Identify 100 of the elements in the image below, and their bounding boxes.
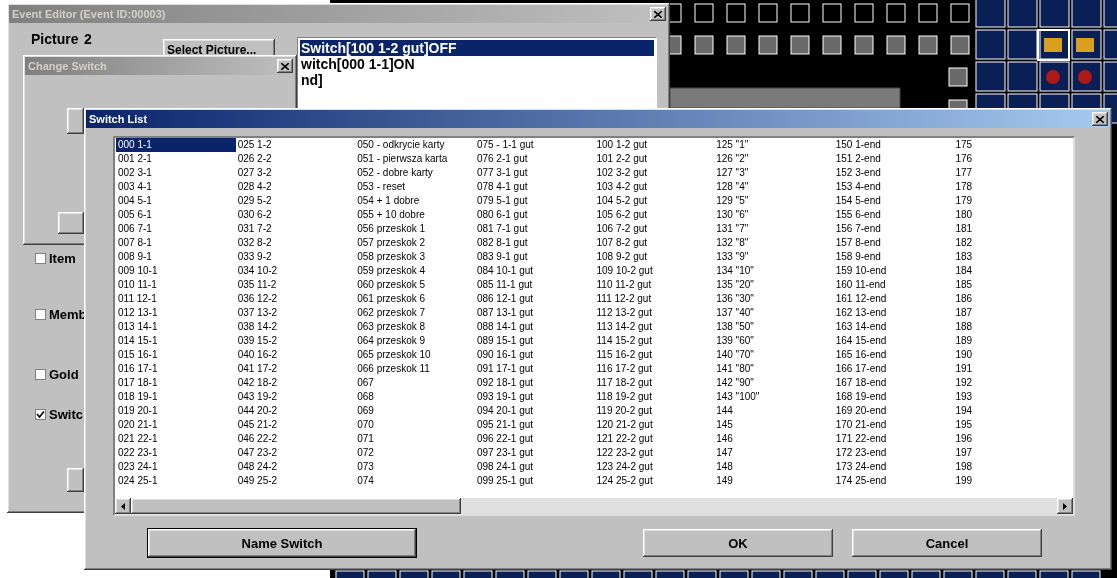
- switch-item[interactable]: 144: [714, 404, 834, 418]
- switch-item[interactable]: 049 25-2: [235, 474, 356, 488]
- switch-item[interactable]: 138 "50": [714, 320, 834, 334]
- switch-item[interactable]: 020 21-1: [116, 418, 236, 432]
- switch-item[interactable]: 163 14-end: [833, 320, 954, 334]
- switch-item[interactable]: 071: [355, 432, 475, 446]
- switch-item[interactable]: 100 1-2 gut: [594, 138, 715, 152]
- switch-item[interactable]: 145: [714, 418, 834, 432]
- switch-item[interactable]: 130 "6": [714, 208, 834, 222]
- switch-item[interactable]: 082 8-1 gut: [474, 236, 595, 250]
- switch-item[interactable]: 167 18-end: [833, 376, 954, 390]
- switch-item[interactable]: 135 "20": [714, 278, 834, 292]
- switch-item[interactable]: 174 25-end: [833, 474, 954, 488]
- switch-item[interactable]: 067: [355, 376, 475, 390]
- switch-item[interactable]: 037 13-2: [235, 306, 356, 320]
- switch-item[interactable]: 140 "70": [714, 348, 834, 362]
- switch-item[interactable]: 179: [953, 194, 1073, 208]
- switch-item[interactable]: 165 16-end: [833, 348, 954, 362]
- switch-item[interactable]: 089 15-1 gut: [474, 334, 595, 348]
- switch-item[interactable]: 147: [714, 446, 834, 460]
- switch-item[interactable]: 030 6-2: [235, 208, 356, 222]
- switch-item[interactable]: 078 4-1 gut: [474, 180, 595, 194]
- switch-item[interactable]: 022 23-1: [116, 446, 236, 460]
- switch-item[interactable]: 111 12-2 gut: [594, 292, 715, 306]
- switch-item[interactable]: 044 20-2: [235, 404, 356, 418]
- switch-item[interactable]: 193: [953, 390, 1073, 404]
- switch-item[interactable]: 122 23-2 gut: [594, 446, 715, 460]
- switch-item[interactable]: 183: [953, 250, 1073, 264]
- switch-item[interactable]: 103 4-2 gut: [594, 180, 715, 194]
- switch-item[interactable]: 168 19-end: [833, 390, 954, 404]
- switch-item[interactable]: 091 17-1 gut: [474, 362, 595, 376]
- switch-item[interactable]: 095 21-1 gut: [474, 418, 595, 432]
- switch-item[interactable]: 036 12-2: [235, 292, 356, 306]
- switch-item[interactable]: 092 18-1 gut: [474, 376, 595, 390]
- switch-item[interactable]: 009 10-1: [116, 264, 236, 278]
- switch-item[interactable]: 027 3-2: [235, 166, 356, 180]
- switch-item[interactable]: 002 3-1: [116, 166, 236, 180]
- switch-item[interactable]: 001 2-1: [116, 152, 236, 166]
- switch-item[interactable]: 046 22-2: [235, 432, 356, 446]
- switch-item[interactable]: 079 5-1 gut: [474, 194, 595, 208]
- switch-item[interactable]: 182: [953, 236, 1073, 250]
- switch-item[interactable]: 197: [953, 446, 1073, 460]
- switch-item[interactable]: 042 18-2: [235, 376, 356, 390]
- switch-item[interactable]: 136 "30": [714, 292, 834, 306]
- switch-item[interactable]: 195: [953, 418, 1073, 432]
- switch-item[interactable]: 128 "4": [714, 180, 834, 194]
- switch-item[interactable]: 157 8-end: [833, 236, 954, 250]
- switch-item[interactable]: 006 7-1: [116, 222, 236, 236]
- switch-item[interactable]: 024 25-1: [116, 474, 236, 488]
- switch-item[interactable]: 159 10-end: [833, 264, 954, 278]
- switch-item[interactable]: 054 + 1 dobre: [355, 194, 475, 208]
- switch-item[interactable]: 043 19-2: [235, 390, 356, 404]
- switch-item[interactable]: 114 15-2 gut: [594, 334, 715, 348]
- switch-item[interactable]: 075 - 1-1 gut: [474, 138, 595, 152]
- switch-item[interactable]: 031 7-2: [235, 222, 356, 236]
- switch-item[interactable]: 088 14-1 gut: [474, 320, 595, 334]
- switch-item[interactable]: 060 przeskok 5: [355, 278, 475, 292]
- switch-item[interactable]: 156 7-end: [833, 222, 954, 236]
- switch-item[interactable]: 098 24-1 gut: [474, 460, 595, 474]
- switch-item[interactable]: 039 15-2: [235, 334, 356, 348]
- switch-item[interactable]: 164 15-end: [833, 334, 954, 348]
- switch-item[interactable]: 149: [714, 474, 834, 488]
- switch-item[interactable]: 170 21-end: [833, 418, 954, 432]
- switch-item[interactable]: 171 22-end: [833, 432, 954, 446]
- switch-item[interactable]: 166 17-end: [833, 362, 954, 376]
- switch-item[interactable]: 023 24-1: [116, 460, 236, 474]
- switch-item[interactable]: 050 - odkrycie karty: [355, 138, 475, 152]
- switch-item[interactable]: 126 "2": [714, 152, 834, 166]
- switch-item[interactable]: 055 + 10 dobre: [355, 208, 475, 222]
- switch-item[interactable]: 076 2-1 gut: [474, 152, 595, 166]
- switch-item[interactable]: 074: [355, 474, 475, 488]
- switch-item[interactable]: 107 8-2 gut: [594, 236, 715, 250]
- switch-item[interactable]: 048 24-2: [235, 460, 356, 474]
- checkbox[interactable]: [35, 253, 46, 264]
- switch-item[interactable]: 175: [953, 138, 1073, 152]
- switch-item[interactable]: 034 10-2: [235, 264, 356, 278]
- switch-item[interactable]: 188: [953, 320, 1073, 334]
- switch-item[interactable]: 177: [953, 166, 1073, 180]
- push-button[interactable]: [67, 468, 84, 492]
- switch-item[interactable]: 004 5-1: [116, 194, 236, 208]
- switch-item[interactable]: 199: [953, 474, 1073, 488]
- switch-item[interactable]: 033 9-2: [235, 250, 356, 264]
- switch-item[interactable]: 139 "60": [714, 334, 834, 348]
- switch-item[interactable]: 064 przeskok 9: [355, 334, 475, 348]
- switch-item[interactable]: 053 - reset: [355, 180, 475, 194]
- switch-item[interactable]: 025 1-2: [235, 138, 356, 152]
- switch-item[interactable]: 069: [355, 404, 475, 418]
- switch-item[interactable]: 094 20-1 gut: [474, 404, 595, 418]
- switch-item[interactable]: 137 "40": [714, 306, 834, 320]
- switch-item[interactable]: 062 przeskok 7: [355, 306, 475, 320]
- switch-item[interactable]: 117 18-2 gut: [594, 376, 715, 390]
- switch-item[interactable]: 181: [953, 222, 1073, 236]
- switch-item[interactable]: 112 13-2 gut: [594, 306, 715, 320]
- switch-item[interactable]: 162 13-end: [833, 306, 954, 320]
- switch-item[interactable]: 186: [953, 292, 1073, 306]
- switch-item[interactable]: 038 14-2: [235, 320, 356, 334]
- switch-item[interactable]: 125 "1": [714, 138, 834, 152]
- switch-item[interactable]: 133 "9": [714, 250, 834, 264]
- switch-item[interactable]: 178: [953, 180, 1073, 194]
- switch-item[interactable]: 109 10-2 gut: [594, 264, 715, 278]
